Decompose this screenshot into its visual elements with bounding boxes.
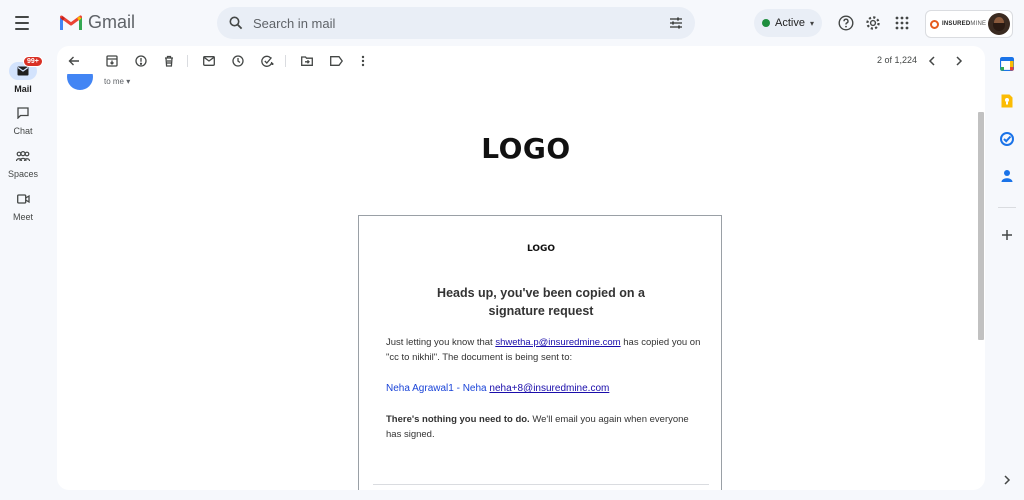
side-panel-divider	[998, 207, 1016, 208]
top-bar: Gmail Search in mail Active ▾ INSUREDMIN…	[0, 0, 1024, 46]
delete-trash-icon[interactable]	[161, 53, 177, 69]
side-panel	[990, 46, 1024, 500]
signature-request-card: LOGO Heads up, you've been copied on a s…	[358, 215, 722, 490]
recipients-toggle[interactable]: to me ▾	[104, 77, 130, 86]
unread-count-badge: 99+	[23, 56, 43, 67]
card-paragraph-reassurance: There's nothing you need to do. We'll em…	[386, 414, 689, 440]
rail-item-chat[interactable]: Chat	[0, 104, 46, 136]
label-tag-icon[interactable]	[328, 53, 344, 69]
mark-unread-icon[interactable]	[201, 53, 217, 69]
gmail-m-icon	[60, 15, 82, 30]
spaces-icon	[16, 150, 30, 161]
older-chevron-right-icon[interactable]	[951, 53, 967, 69]
card-logo: LOGO	[526, 244, 556, 254]
rail-label-spaces: Spaces	[7, 169, 39, 179]
message-toolbar: 2 of 1,224	[57, 46, 985, 76]
message-header: to me ▾	[57, 74, 985, 94]
archive-icon[interactable]	[104, 53, 120, 69]
message-scrollbar-thumb[interactable]	[978, 112, 984, 340]
snooze-clock-icon[interactable]	[230, 53, 246, 69]
insuredmine-logo-icon	[930, 19, 939, 29]
rail-pill[interactable]	[9, 190, 37, 208]
chevron-down-icon: ▾	[809, 18, 814, 28]
mail-icon	[17, 66, 29, 76]
meet-icon	[16, 194, 30, 204]
settings-gear-icon[interactable]	[862, 12, 884, 34]
move-to-folder-icon[interactable]	[299, 53, 315, 69]
add-to-tasks-icon[interactable]	[259, 53, 275, 69]
recipient-line: Neha Agrawal1 - Neha neha+8@insuredmine.…	[386, 383, 610, 394]
calendar-icon[interactable]	[998, 55, 1016, 73]
card-paragraph-notice: Just letting you know that shwetha.p@ins…	[386, 337, 701, 363]
tasks-icon[interactable]	[998, 130, 1016, 148]
rail-pill[interactable]	[9, 104, 37, 122]
main-menu-icon[interactable]	[10, 11, 34, 35]
rail-item-meet[interactable]: Meet	[0, 190, 46, 222]
rail-label-chat: Chat	[13, 126, 33, 136]
recipient-email-link[interactable]: neha+8@insuredmine.com	[489, 383, 609, 394]
report-spam-icon[interactable]	[133, 53, 149, 69]
card-heading: Heads up, you've been copied on a signat…	[437, 286, 645, 318]
gmail-wordmark: Gmail	[88, 12, 136, 32]
toolbar-divider	[187, 55, 188, 67]
rail-pill[interactable]: 99+	[9, 56, 43, 80]
rail-label-meet: Meet	[12, 212, 33, 222]
search-options-icon[interactable]	[669, 17, 683, 29]
card-divider	[373, 484, 709, 485]
back-arrow-icon[interactable]	[66, 53, 82, 69]
avatar[interactable]	[988, 13, 1010, 35]
keep-notes-icon[interactable]	[998, 92, 1016, 110]
help-icon[interactable]	[835, 12, 857, 34]
contacts-icon[interactable]	[998, 167, 1016, 185]
chat-icon	[17, 107, 29, 119]
apps-grid-icon[interactable]	[891, 12, 913, 34]
gmail-logo[interactable]: Gmail	[60, 12, 135, 33]
status-selector[interactable]: Active ▾	[754, 9, 822, 37]
newer-chevron-left-icon[interactable]	[924, 53, 940, 69]
search-bar[interactable]: Search in mail	[217, 7, 695, 39]
rail-item-mail[interactable]: 99+ Mail	[0, 56, 46, 94]
status-label: Active	[775, 17, 805, 29]
message-body: LOGO LOGO Heads up, you've been copied o…	[57, 94, 975, 490]
rail-pill[interactable]	[9, 147, 37, 165]
add-addon-plus-icon[interactable]	[998, 226, 1016, 244]
status-dot-icon	[762, 19, 770, 27]
search-icon[interactable]	[229, 16, 243, 30]
rail-item-spaces[interactable]: Spaces	[0, 147, 46, 179]
search-input[interactable]: Search in mail	[253, 16, 669, 31]
rail-label-mail: Mail	[14, 84, 32, 94]
email-banner-logo: LOGO	[481, 132, 571, 165]
brand-name: INSUREDMINE	[942, 21, 987, 27]
pager-count: 2 of 1,224	[877, 55, 918, 65]
left-rail: 99+ Mail Chat Spaces Meet	[0, 46, 46, 500]
toolbar-divider	[285, 55, 286, 67]
expand-panel-chevron-right-icon[interactable]	[998, 471, 1016, 489]
more-options-icon[interactable]	[355, 53, 371, 69]
message-view: 2 of 1,224 to me ▾ LOGO LOGO Heads up, y…	[57, 46, 985, 490]
sender-email-link[interactable]: shwetha.p@insuredmine.com	[495, 337, 620, 348]
